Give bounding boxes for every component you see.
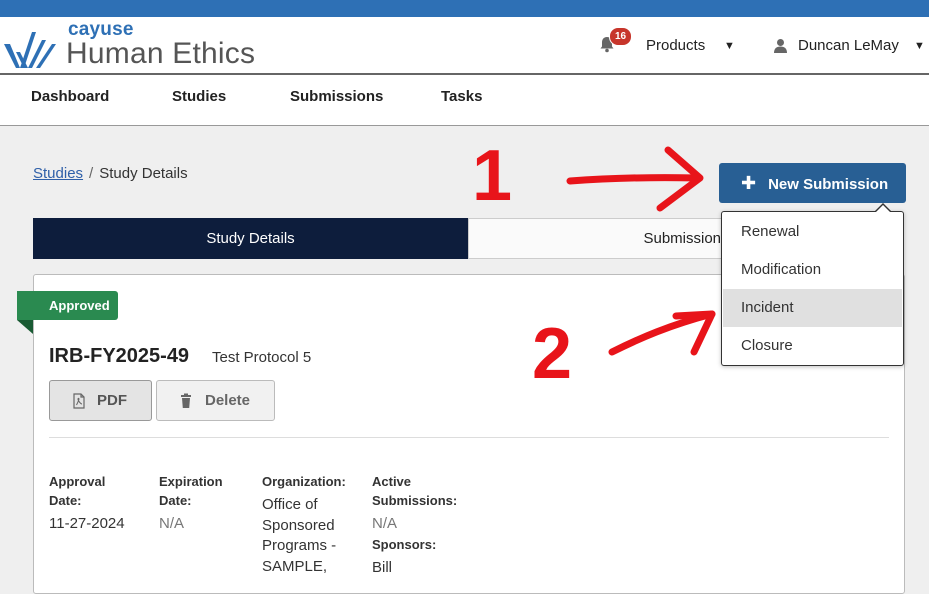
product-name: Human Ethics — [66, 37, 256, 70]
status-ribbon-fold — [17, 320, 33, 334]
sponsors-label: Sponsors: — [372, 537, 437, 552]
app-header: cayuse Human Ethics 16 Products ▼ Duncan… — [0, 17, 929, 75]
card-divider — [49, 437, 889, 438]
notification-count-badge: 16 — [609, 27, 632, 46]
breadcrumb-current: Study Details — [99, 165, 188, 182]
nav-tasks[interactable]: Tasks — [441, 88, 482, 105]
expiration-date-label: Expiration Date: — [159, 474, 223, 508]
menu-item-modification[interactable]: Modification — [723, 251, 902, 289]
nav-submissions[interactable]: Submissions — [290, 88, 383, 105]
pdf-button[interactable]: PDF — [49, 380, 152, 421]
trash-icon — [181, 393, 191, 408]
user-icon — [774, 39, 787, 53]
top-accent-bar — [0, 0, 929, 17]
protocol-title: Test Protocol 5 — [212, 349, 312, 366]
sponsors-value: Bill — [372, 559, 393, 576]
user-caret-down-icon[interactable]: ▼ — [914, 40, 925, 52]
annotation-arrowhead-1 — [656, 146, 704, 212]
delete-button[interactable]: Delete — [156, 380, 275, 421]
organization-value: Office of Sponsored Programs - SAMPLE, — [262, 496, 337, 575]
delete-label: Delete — [205, 392, 251, 409]
nav-dashboard[interactable]: Dashboard — [31, 88, 109, 105]
status-badge: Approved — [17, 291, 118, 320]
approval-date-label: Approval Date: — [49, 474, 106, 508]
tab-study-details[interactable]: Study Details — [33, 218, 468, 259]
breadcrumb-separator: / — [89, 165, 94, 182]
pdf-label: PDF — [97, 392, 127, 409]
organization-label: Organization: — [262, 474, 346, 489]
breadcrumb: Studies / Study Details — [33, 165, 188, 182]
active-submissions-value: N/A — [372, 515, 398, 532]
expiration-date-value: N/A — [159, 515, 185, 532]
menu-item-renewal[interactable]: Renewal — [723, 213, 902, 251]
dropdown-pointer-fill — [876, 205, 890, 212]
new-submission-button[interactable]: ✚ New Submission — [719, 163, 906, 203]
menu-item-closure[interactable]: Closure — [723, 327, 902, 365]
annotation-number-1: 1 — [472, 136, 512, 216]
products-caret-down-icon[interactable]: ▼ — [724, 40, 735, 52]
main-nav: Dashboard Studies Submissions Tasks — [0, 75, 929, 126]
breadcrumb-studies-link[interactable]: Studies — [33, 165, 83, 182]
cayuse-logo-icon — [4, 32, 56, 68]
new-submission-menu: Renewal Modification Incident Closure — [721, 211, 904, 366]
user-menu[interactable]: Duncan LeMay — [798, 37, 899, 54]
products-menu[interactable]: Products — [646, 37, 705, 54]
active-submissions-label: Active Submissions: — [372, 474, 458, 508]
new-submission-label: New Submission — [768, 176, 889, 193]
pdf-file-icon — [73, 393, 85, 409]
menu-item-incident[interactable]: Incident — [723, 289, 902, 327]
annotation-arrow-1 — [566, 174, 702, 185]
nav-studies[interactable]: Studies — [172, 88, 226, 105]
plus-icon: ✚ — [741, 173, 757, 193]
approval-date-value: 11-27-2024 — [49, 515, 125, 532]
irb-number: IRB-FY2025-49 — [49, 345, 190, 367]
